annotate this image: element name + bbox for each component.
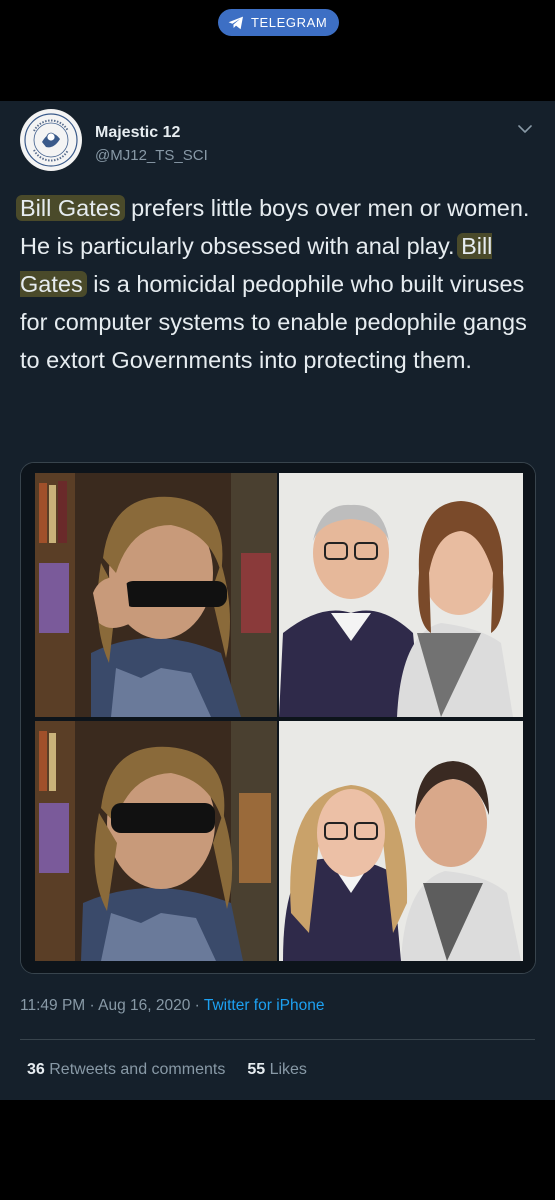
tweet-meta: 11:49 PM · Aug 16, 2020 · Twitter for iP… <box>20 997 324 1015</box>
meta-separator: · <box>85 997 99 1014</box>
retweets-stat[interactable]: 36 Retweets and comments <box>27 1061 225 1078</box>
author-handle[interactable]: @MJ12_TS_SCI <box>95 147 208 164</box>
tweet-text: Bill Gates prefers little boys over men … <box>16 189 545 379</box>
photo-panel-bottom-right <box>279 721 523 961</box>
telegram-icon <box>228 16 244 30</box>
highlighted-name: Bill Gates <box>16 195 125 221</box>
likes-count: 55 <box>247 1061 266 1078</box>
chevron-down-icon[interactable] <box>515 121 535 137</box>
retweets-count: 36 <box>27 1061 45 1078</box>
divider <box>20 1039 535 1040</box>
tweet-stats: 36 Retweets and comments 55 Likes <box>27 1061 307 1079</box>
tweet-header: Majestic 12 @MJ12_TS_SCI <box>20 109 535 173</box>
meta-separator: · <box>190 997 204 1014</box>
screen: TELEGRAM Majestic 12 @MJ12_TS_SCI Bill G… <box>0 0 555 1200</box>
tweet-date[interactable]: Aug 16, 2020 <box>98 997 190 1014</box>
likes-label: Likes <box>269 1061 307 1078</box>
retweets-label: Retweets and comments <box>49 1061 226 1078</box>
telegram-label: TELEGRAM <box>251 15 328 30</box>
meme-panel-top-left <box>35 473 277 717</box>
tweet-text-segment: is a homicidal pedophile who built virus… <box>20 271 527 373</box>
tweet-card: Majestic 12 @MJ12_TS_SCI Bill Gates pref… <box>0 101 555 1100</box>
photo-collage-image <box>21 463 535 973</box>
tweet-client-link[interactable]: Twitter for iPhone <box>204 997 325 1014</box>
photo-panel-top-right <box>279 473 523 717</box>
meme-panel-bottom-left <box>35 721 277 961</box>
tweet-time[interactable]: 11:49 PM <box>20 997 85 1014</box>
author-name[interactable]: Majestic 12 <box>95 124 180 142</box>
tweet-media[interactable] <box>20 462 536 974</box>
likes-stat[interactable]: 55 Likes <box>247 1061 307 1078</box>
avatar[interactable] <box>20 109 82 171</box>
telegram-banner[interactable]: TELEGRAM <box>218 9 340 36</box>
